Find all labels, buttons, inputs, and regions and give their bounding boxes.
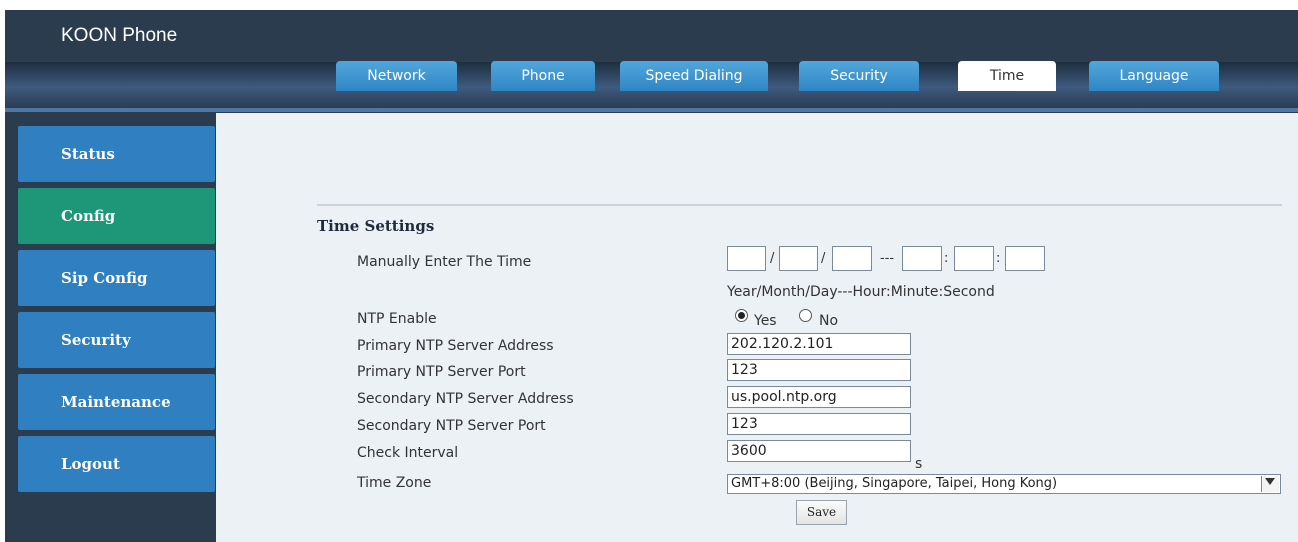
save-button[interactable]: Save [796, 500, 847, 525]
chevron-down-icon[interactable] [1261, 476, 1279, 492]
check-interval-label: Check Interval [357, 445, 459, 461]
sidebar-item-sip-config[interactable]: Sip Config [18, 250, 215, 306]
app-frame: KOON Phone Network Phone Speed Dialing S… [5, 10, 1298, 542]
secondary-ntp-address-label: Secondary NTP Server Address [357, 391, 574, 407]
section-title: Time Settings [317, 217, 435, 235]
tab-security[interactable]: Security [799, 61, 919, 91]
ntp-no-label: No [819, 313, 839, 329]
primary-ntp-port-input[interactable]: 123 [727, 359, 911, 381]
time-zone-label: Time Zone [357, 475, 432, 491]
hour-input[interactable] [902, 246, 942, 271]
time-format-hint: Year/Month/Day---Hour:Minute:Second [727, 284, 995, 300]
app-title: KOON Phone [61, 25, 178, 46]
ntp-yes-radio[interactable] [735, 309, 748, 322]
primary-ntp-port-label: Primary NTP Server Port [357, 364, 526, 380]
primary-ntp-address-input[interactable]: 202.120.2.101 [727, 333, 911, 355]
content-panel: Time Settings Manually Enter The Time / … [216, 113, 1298, 542]
header-separator [5, 108, 1298, 112]
sidebar-item-status[interactable]: Status [18, 126, 215, 182]
sidebar-item-maintenance[interactable]: Maintenance [18, 374, 215, 430]
tab-speed-dialing[interactable]: Speed Dialing [620, 61, 768, 91]
primary-ntp-address-label: Primary NTP Server Address [357, 338, 554, 354]
time-zone-value: GMT+8:00 (Beijing, Singapore, Taipei, Ho… [731, 476, 1058, 491]
time-separator: : [944, 251, 949, 266]
date-separator: / [770, 251, 775, 266]
secondary-ntp-address-input[interactable]: us.pool.ntp.org [727, 386, 911, 408]
tab-language[interactable]: Language [1089, 61, 1219, 91]
tab-phone[interactable]: Phone [491, 61, 595, 91]
check-interval-input[interactable]: 3600 [727, 440, 911, 462]
year-input[interactable] [727, 246, 766, 271]
day-input[interactable] [832, 246, 872, 271]
sidebar-item-logout[interactable]: Logout [18, 436, 215, 492]
second-input[interactable] [1005, 246, 1045, 271]
ntp-enable-label: NTP Enable [357, 311, 437, 327]
ntp-yes-label: Yes [754, 313, 777, 329]
time-zone-select[interactable]: GMT+8:00 (Beijing, Singapore, Taipei, Ho… [727, 474, 1281, 494]
secondary-ntp-port-label: Secondary NTP Server Port [357, 418, 546, 434]
time-separator: : [996, 251, 1001, 266]
sidebar-item-config[interactable]: Config [18, 188, 215, 244]
date-separator: / [821, 251, 826, 266]
sidebar-item-security[interactable]: Security [18, 312, 215, 368]
tab-network[interactable]: Network [336, 61, 457, 91]
ntp-no-radio[interactable] [799, 309, 812, 322]
month-input[interactable] [779, 246, 818, 271]
tab-time[interactable]: Time [958, 61, 1056, 91]
secondary-ntp-port-input[interactable]: 123 [727, 413, 911, 435]
manual-time-label: Manually Enter The Time [357, 254, 532, 270]
content-divider [317, 204, 1282, 206]
date-time-separator: --- [880, 251, 895, 266]
check-interval-unit: s [915, 456, 923, 472]
minute-input[interactable] [954, 246, 994, 271]
